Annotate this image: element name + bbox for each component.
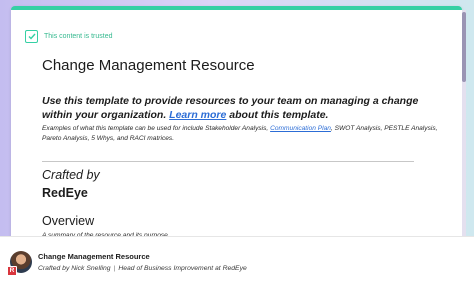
checkmark-icon [25,30,38,43]
section-heading-overview: Overview [42,214,95,228]
examples-paragraph: Examples of what this template can be us… [42,124,454,144]
intro-text-end: about this template. [229,109,329,121]
crafted-by-label: Crafted by [42,168,100,182]
examples-text: Examples of what this template can be us… [42,125,269,132]
learn-more-link[interactable]: Learn more [169,109,226,121]
scrollbar-thumb[interactable] [462,12,466,82]
trusted-label: This content is trusted [44,33,113,40]
page-title: Change Management Resource [42,57,255,74]
brand-logo-icon: R [7,266,17,276]
intro-paragraph: Use this template to provide resources t… [42,94,442,122]
template-footer: R Change Management Resource Crafted by … [0,236,474,285]
author-line: Crafted by Nick Snelling [38,265,111,272]
footer-author: Crafted by Nick Snelling | Head of Busines… [38,265,247,272]
communication-plan-link[interactable]: Communication Plan [270,125,331,132]
separator: | [113,265,116,272]
crafted-by-brand: RedEye [42,186,88,200]
footer-title: Change Management Resource [38,252,150,261]
trusted-banner: This content is trusted [25,30,112,43]
author-role: Head of Business Improvement at RedEye [118,265,247,272]
divider [42,161,414,162]
document-card: This content is trusted Change Managemen… [11,6,462,246]
